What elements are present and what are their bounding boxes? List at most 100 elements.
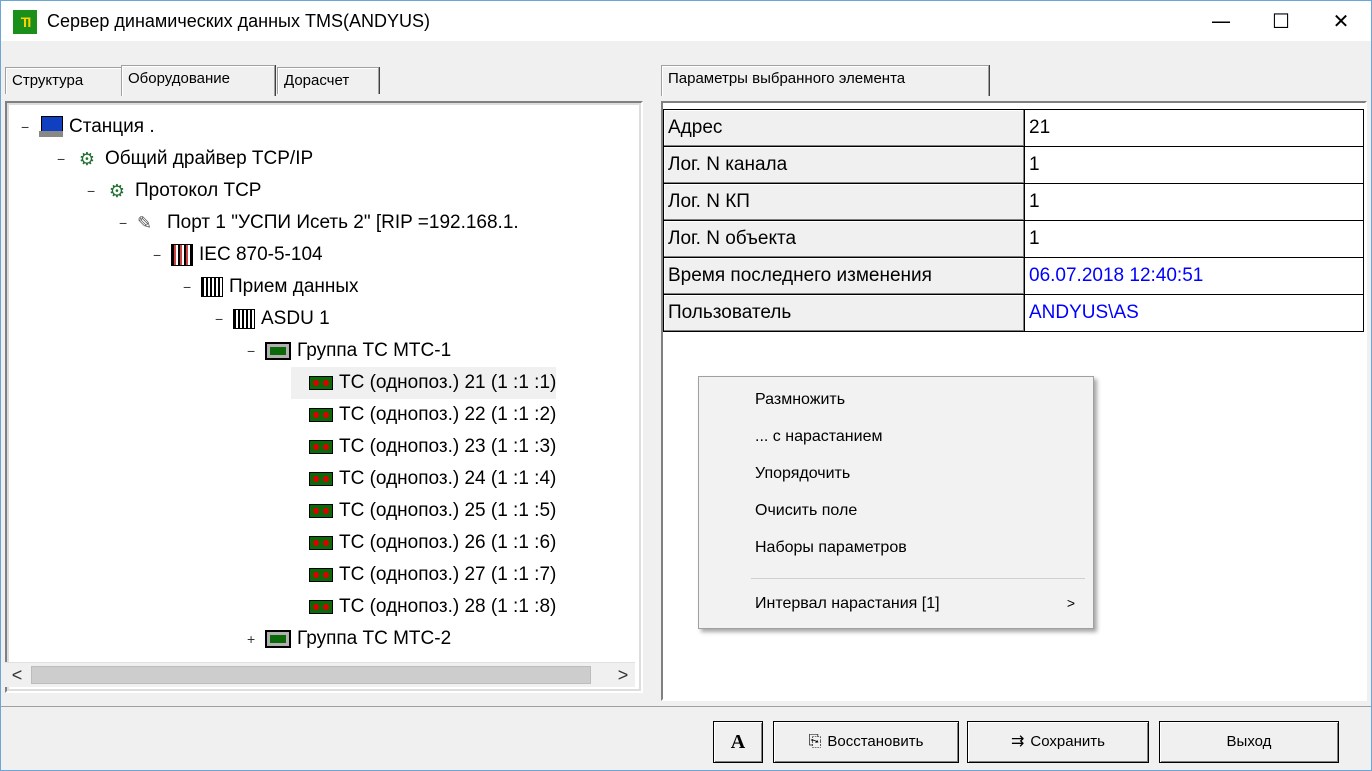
tc-signal-icon bbox=[309, 471, 333, 486]
param-row: Лог. N канала 1 bbox=[663, 146, 1364, 184]
param-value[interactable]: 1 bbox=[1024, 146, 1364, 184]
tc-signal-icon bbox=[309, 503, 333, 518]
group-icon bbox=[265, 629, 291, 648]
title-bar: TI Сервер динамических данных TMS(ANDYUS… bbox=[1, 1, 1371, 41]
tree-node[interactable]: − Группа ТС МТС-1 bbox=[247, 335, 451, 367]
tree-node[interactable]: ТС (однопоз.) 22 (1 :1 :2) bbox=[291, 399, 556, 431]
param-value[interactable]: 1 bbox=[1024, 183, 1364, 221]
tree-node-label: ТС (однопоз.) 23 (1 :1 :3) bbox=[339, 436, 557, 457]
param-value[interactable]: ANDYUS\AS bbox=[1024, 294, 1364, 332]
bottom-toolbar: A ⎘ Восстановить ⇉ Сохранить Выход bbox=[1, 706, 1371, 770]
tree-node-label: ТС (однопоз.) 28 (1 :1 :8) bbox=[339, 596, 557, 617]
tree-node[interactable]: ТС (однопоз.) 25 (1 :1 :5) bbox=[291, 495, 556, 527]
collapse-icon[interactable]: − bbox=[183, 271, 197, 303]
port-icon: ✎ bbox=[137, 212, 153, 233]
asdu-icon bbox=[233, 308, 255, 329]
tree-node[interactable]: − Прием данных bbox=[183, 271, 359, 303]
param-value[interactable]: 1 bbox=[1024, 220, 1364, 258]
tree-node[interactable]: − ⚙ Общий драйвер TCP/IP bbox=[57, 143, 313, 175]
data-receive-icon bbox=[201, 276, 223, 297]
tree-node[interactable]: ТС (однопоз.) 21 (1 :1 :1) bbox=[291, 367, 557, 399]
params-grid: Адрес 21 Лог. N канала 1 Лог. N КП 1 Лог. N об… bbox=[663, 109, 1364, 332]
maximize-button[interactable]: ☐ bbox=[1251, 1, 1311, 41]
param-value[interactable]: 06.07.2018 12:40:51 bbox=[1024, 257, 1364, 295]
tab-selected-element-params[interactable]: Параметры выбранного элемента bbox=[661, 65, 989, 96]
tree-node[interactable]: − ✎ Порт 1 "УСПИ Исеть 2" [RIP =192.168.1. bbox=[119, 207, 519, 239]
tree-node-label: Группа ТС МТС-1 bbox=[297, 340, 452, 361]
tree-node-label: ТС (однопоз.) 26 (1 :1 :6) bbox=[339, 532, 557, 553]
minimize-button[interactable]: — bbox=[1191, 1, 1251, 41]
pane-splitter[interactable] bbox=[645, 63, 655, 703]
collapse-icon[interactable]: − bbox=[215, 303, 229, 335]
tab-recalc[interactable]: Дорасчет bbox=[277, 67, 379, 94]
tc-signal-icon bbox=[309, 407, 333, 422]
tree-node[interactable]: ТС (однопоз.) 23 (1 :1 :3) bbox=[291, 431, 556, 463]
network-icon: ⚙ bbox=[78, 148, 96, 169]
computer-icon bbox=[39, 115, 63, 138]
close-button[interactable]: ✕ bbox=[1311, 1, 1371, 41]
collapse-icon[interactable]: − bbox=[57, 143, 71, 175]
restore-icon: ⎘ bbox=[808, 733, 822, 751]
tree-node[interactable]: − IEC 870-5-104 bbox=[153, 239, 323, 271]
tab-equipment[interactable]: Оборудование bbox=[121, 65, 275, 96]
menu-item-clear-field[interactable]: Очисить поле bbox=[699, 492, 1093, 529]
tab-structure[interactable]: Структура bbox=[5, 67, 123, 94]
tree-node-label: Группа ТС МТС-2 bbox=[297, 628, 452, 649]
param-key: Адрес bbox=[663, 109, 1025, 147]
tree-node[interactable]: − ⚙ Протокол TCP bbox=[87, 175, 261, 207]
scroll-right-arrow-icon[interactable]: > bbox=[611, 663, 635, 687]
param-row: Лог. N объекта 1 bbox=[663, 220, 1364, 258]
tc-signal-icon bbox=[309, 567, 333, 582]
tc-signal-icon bbox=[309, 535, 333, 550]
menu-item-replicate[interactable]: Размножить bbox=[699, 381, 1093, 418]
menu-item-sort[interactable]: Упорядочить bbox=[699, 455, 1093, 492]
param-row: Время последнего изменения 06.07.2018 12:… bbox=[663, 257, 1364, 295]
equipment-tree[interactable]: − Станция . − ⚙ Общий драйвер TCP/IP − ⚙ Проток… bbox=[5, 101, 643, 693]
collapse-icon[interactable]: − bbox=[153, 239, 167, 271]
tree-node-label: ТС (однопоз.) 22 (1 :1 :2) bbox=[339, 404, 557, 425]
tree-horizontal-scrollbar[interactable]: < > bbox=[5, 662, 635, 687]
tree-node-label: ТС (однопоз.) 25 (1 :1 :5) bbox=[339, 500, 557, 521]
tree-node-label: ТС (однопоз.) 21 (1 :1 :1) bbox=[339, 372, 557, 393]
param-row: Пользователь ANDYUS\AS bbox=[663, 294, 1364, 332]
tree-node[interactable]: ТС (однопоз.) 28 (1 :1 :8) bbox=[291, 591, 556, 623]
tree-node-label: Протокол TCP bbox=[135, 180, 262, 201]
iec-device-icon bbox=[171, 243, 193, 266]
collapse-icon[interactable]: − bbox=[119, 207, 133, 239]
expand-icon[interactable]: + bbox=[247, 623, 261, 655]
tree-node[interactable]: ТС (однопоз.) 27 (1 :1 :7) bbox=[291, 559, 556, 591]
scrollbar-thumb[interactable] bbox=[31, 666, 591, 684]
tree-node-label: Общий драйвер TCP/IP bbox=[105, 148, 314, 169]
collapse-icon[interactable]: − bbox=[247, 335, 261, 367]
tree-node[interactable]: − ASDU 1 bbox=[215, 303, 330, 335]
exit-button[interactable]: Выход bbox=[1159, 721, 1339, 763]
param-key: Время последнего изменения bbox=[663, 257, 1025, 295]
param-row: Лог. N КП 1 bbox=[663, 183, 1364, 221]
save-button[interactable]: ⇉ Сохранить bbox=[967, 721, 1149, 763]
font-button[interactable]: A bbox=[713, 721, 763, 763]
menu-item-increment-interval[interactable]: Интервал нарастания [1] > bbox=[699, 585, 1093, 622]
tree-node[interactable]: ТС (однопоз.) 24 (1 :1 :4) bbox=[291, 463, 556, 495]
tree-node-label: Станция . bbox=[69, 116, 155, 137]
tree-node[interactable]: ТС (однопоз.) 26 (1 :1 :6) bbox=[291, 527, 556, 559]
tree-node-label: IEC 870-5-104 bbox=[199, 244, 323, 265]
scroll-left-arrow-icon[interactable]: < bbox=[5, 663, 29, 687]
menu-item-replicate-increment[interactable]: ... с нарастанием bbox=[699, 418, 1093, 455]
collapse-icon[interactable]: − bbox=[21, 111, 35, 143]
menu-item-param-sets[interactable]: Наборы параметров bbox=[699, 529, 1093, 566]
tc-signal-icon bbox=[309, 439, 333, 454]
param-row: Адрес 21 bbox=[663, 109, 1364, 147]
submenu-arrow-icon: > bbox=[1066, 595, 1075, 611]
param-key: Лог. N КП bbox=[663, 183, 1025, 221]
tc-signal-icon bbox=[309, 375, 333, 390]
param-key: Лог. N канала bbox=[663, 146, 1025, 184]
tree-node[interactable]: − Станция . bbox=[21, 111, 155, 143]
save-label: Сохранить bbox=[1030, 733, 1105, 750]
tcp-protocol-icon: ⚙ bbox=[108, 180, 126, 201]
restore-button[interactable]: ⎘ Восстановить bbox=[773, 721, 959, 763]
collapse-icon[interactable]: − bbox=[87, 175, 101, 207]
param-value[interactable]: 21 bbox=[1024, 109, 1364, 147]
menu-separator bbox=[751, 578, 1085, 579]
tree-node[interactable]: + Группа ТС МТС-2 bbox=[247, 623, 451, 655]
tree-node-label: Порт 1 "УСПИ Исеть 2" [RIP =192.168.1. bbox=[167, 212, 519, 233]
